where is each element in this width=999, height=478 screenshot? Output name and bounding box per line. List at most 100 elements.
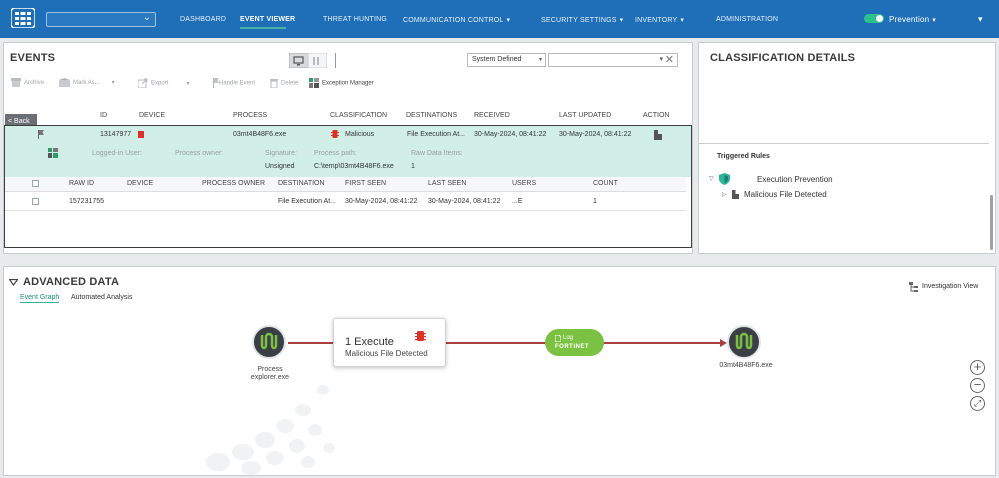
col-raw-users[interactable]: USERS — [512, 180, 536, 187]
organization-select[interactable]: ⌄ — [46, 12, 156, 27]
nav-threat-hunting[interactable]: THREAT HUNTING — [323, 16, 387, 23]
tab-event-graph[interactable]: Event Graph — [20, 294, 60, 303]
filter-select[interactable]: System Defined ▾ — [467, 53, 546, 67]
collection-icon[interactable] — [48, 148, 58, 158]
raw-count: 1 — [593, 198, 597, 205]
exception-manager-icon — [309, 78, 319, 88]
mode-text: Prevention — [889, 15, 930, 24]
arrowhead-icon — [720, 339, 727, 347]
process-label-line1: Process — [257, 366, 283, 373]
prevention-mode-toggle[interactable] — [864, 14, 884, 23]
log-label: Log — [563, 335, 574, 341]
collapse-chevron-icon[interactable] — [9, 279, 18, 286]
rule-label[interactable]: Malicious File Detected — [744, 190, 827, 199]
target-file-node[interactable] — [727, 325, 761, 359]
flag-icon[interactable] — [38, 130, 44, 139]
triggered-rules-title: Triggered Rules — [717, 153, 770, 160]
event-id: 13147977 — [100, 131, 132, 138]
col-raw-process-owner[interactable]: PROCESS OWNER — [202, 180, 265, 187]
trash-icon — [270, 79, 278, 88]
process-node-label: Process explorer.exe — [240, 366, 300, 382]
nav-label: COMMUNICATION CONTROL — [403, 17, 504, 24]
nav-security-settings[interactable]: SECURITY SETTINGS ▾ — [541, 16, 623, 24]
col-action[interactable]: ACTION — [643, 112, 669, 119]
process-node[interactable] — [252, 325, 286, 359]
export-icon — [138, 78, 148, 88]
col-received[interactable]: RECEIVED — [474, 112, 510, 119]
chevron-down-icon: ▾ — [659, 56, 663, 63]
raw-first-seen: 30-May-2024, 08:41:22 — [345, 198, 418, 205]
log-fortinet-node[interactable] — [545, 329, 604, 356]
export-button[interactable]: Export ▾ — [138, 78, 189, 88]
raw-data-items-label: Raw Data Items: — [411, 150, 463, 157]
prevention-mode-label[interactable]: Prevention ▾ — [889, 15, 936, 24]
logged-in-user-label: Logged-in User: — [92, 150, 142, 157]
user-menu-chevron-icon[interactable]: ▾ — [978, 14, 983, 25]
delete-button[interactable]: Delete — [270, 78, 298, 88]
col-raw-count[interactable]: COUNT — [593, 180, 618, 187]
nav-inventory[interactable]: INVENTORY ▾ — [635, 16, 684, 24]
target-file-node-icon — [735, 332, 753, 350]
zoom-in-icon[interactable]: + — [970, 360, 985, 375]
raw-last-seen: 30-May-2024, 08:41:22 — [428, 198, 501, 205]
rule-document-icon — [732, 190, 739, 199]
tab-automated-analysis[interactable]: Automated Analysis — [71, 294, 132, 301]
col-raw-device[interactable]: DEVICE — [127, 180, 153, 187]
chevron-down-icon: ▾ — [111, 80, 115, 87]
divider — [699, 143, 989, 144]
chevron-down-icon: ⌄ — [142, 12, 151, 23]
col-destinations[interactable]: DESTINATIONS — [406, 112, 457, 119]
shield-icon — [719, 173, 730, 185]
chevron-down-icon: ▾ — [932, 17, 936, 24]
mark-as-label: Mark As... — [73, 80, 100, 87]
event-destinations: File Execution At... — [407, 131, 465, 138]
log-document-icon — [555, 335, 561, 342]
classification-panel — [698, 42, 996, 254]
nav-administration[interactable]: ADMINISTRATION — [716, 16, 778, 23]
chevron-down-icon: ▾ — [680, 17, 685, 24]
raw-row-checkbox[interactable] — [32, 198, 39, 205]
collapse-caret-icon[interactable]: ▽ — [709, 175, 714, 182]
rule-group-label[interactable]: Execution Prevention — [757, 175, 833, 184]
col-raw-first-seen[interactable]: FIRST SEEN — [345, 180, 386, 187]
fortinet-grid-logo-icon[interactable] — [11, 8, 35, 28]
mark-as-button[interactable]: Mark As... ▾ — [59, 78, 115, 87]
col-raw-last-seen[interactable]: LAST SEEN — [428, 180, 466, 187]
col-raw-id[interactable]: RAW ID — [69, 180, 94, 187]
scrollbar-thumb[interactable] — [990, 195, 993, 250]
handle-event-button[interactable]: Handle Event — [213, 78, 255, 88]
col-classification[interactable]: CLASSIFICATION — [330, 112, 387, 119]
graph-edge — [446, 342, 546, 344]
fortinet-brand-label: FORTINET — [555, 344, 589, 350]
clear-icon[interactable]: ✕ — [665, 53, 674, 66]
col-process[interactable]: PROCESS — [233, 112, 267, 119]
advanced-data-title: ADVANCED DATA — [23, 276, 120, 288]
expand-caret-icon[interactable]: ▷ — [722, 191, 727, 198]
raw-select-all-checkbox[interactable] — [32, 180, 39, 187]
action-document-icon[interactable] — [654, 130, 662, 140]
archive-button[interactable]: Archive — [11, 78, 44, 87]
chevron-down-icon: ▾ — [619, 17, 624, 24]
event-classification: Malicious — [345, 131, 375, 138]
zoom-out-icon[interactable]: − — [970, 378, 985, 393]
filter-value-input[interactable]: ▾ ✕ — [548, 53, 678, 67]
nav-event-viewer[interactable]: EVENT VIEWER — [240, 16, 295, 23]
investigation-view-link[interactable]: Investigation View — [922, 283, 978, 290]
raw-id: 157231755 — [69, 198, 105, 205]
col-device[interactable]: DEVICE — [139, 112, 165, 119]
process-path-value: C:\temp\03mt4B48F6.exe — [314, 163, 394, 170]
handle-event-label: Handle Event — [219, 80, 256, 87]
exception-manager-button[interactable]: Exception Manager — [309, 78, 374, 88]
nav-communication-control[interactable]: COMMUNICATION CONTROL ▾ — [403, 16, 510, 24]
col-id[interactable]: ID — [100, 112, 107, 119]
col-last-updated[interactable]: LAST UPDATED — [559, 112, 611, 119]
raw-destination: File Execution At... — [278, 198, 336, 205]
col-raw-destination[interactable]: DESTINATION — [278, 180, 325, 187]
mark-envelope-icon — [59, 78, 70, 87]
nav-label: SECURITY SETTINGS — [541, 17, 617, 24]
nav-dashboard[interactable]: DASHBOARD — [180, 16, 226, 23]
investigation-tree-icon — [909, 282, 918, 292]
event-process[interactable]: 03mt4B48F6.exe — [233, 131, 286, 138]
fit-to-screen-icon[interactable]: ⤢ — [970, 396, 985, 411]
view-toggle-icon[interactable] — [289, 53, 327, 68]
